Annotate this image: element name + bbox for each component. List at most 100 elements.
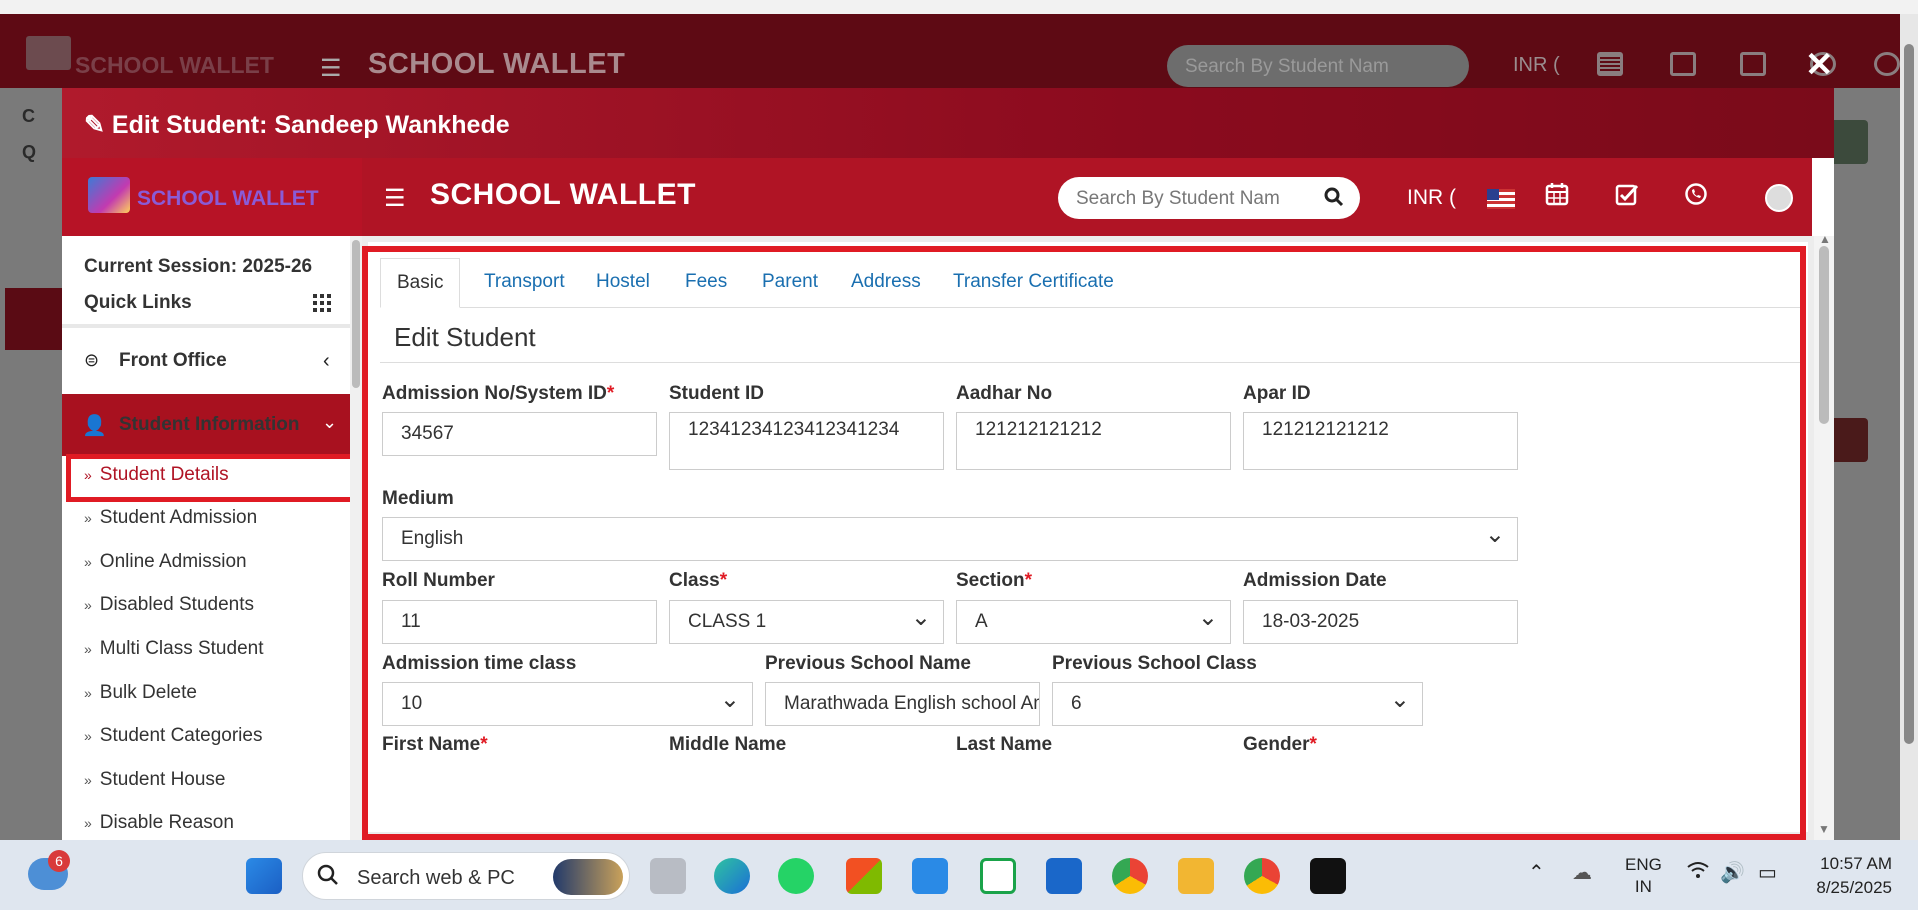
admission-time-class-select[interactable]: 10 (382, 682, 753, 726)
sidebar-scrollbar[interactable] (350, 236, 362, 840)
section-select[interactable]: A (956, 600, 1231, 644)
apar-id-input[interactable]: 121212121212 (1243, 412, 1518, 470)
chevron-down-icon: ⌄ (322, 412, 338, 432)
admission-date-input[interactable]: 18-03-2025 (1243, 600, 1518, 644)
background-sidebar: C Q (0, 88, 65, 840)
vscode-icon[interactable] (912, 858, 948, 894)
chevron-up-icon[interactable]: ⌃ (1528, 860, 1545, 885)
clock-time: 10:57 AM (1820, 854, 1892, 873)
tab-fees[interactable]: Fees (669, 258, 743, 308)
submenu-student-categories[interactable]: » Student Categories (84, 725, 262, 747)
language-indicator[interactable]: ENG IN (1625, 854, 1662, 898)
user-avatar[interactable] (1765, 184, 1793, 212)
chrome-profile-icon[interactable] (1244, 858, 1280, 894)
submenu-student-admission[interactable]: » Student Admission (84, 507, 257, 529)
sidebar-scrollbar-thumb[interactable] (352, 240, 360, 388)
aadhar-no-label: Aadhar No (956, 383, 1053, 404)
battery-icon[interactable]: ▭ (1758, 860, 1777, 885)
calendar-icon[interactable] (1545, 182, 1569, 213)
first-name-label: First Name* (382, 734, 488, 756)
student-id-label: Student ID (669, 383, 764, 404)
edge-icon[interactable] (714, 858, 750, 894)
background-sidebar-text: Q (22, 142, 37, 162)
sidebar-item-label: Front Office (119, 350, 227, 371)
submenu-disable-reason[interactable]: » Disable Reason (84, 812, 234, 834)
search-icon[interactable] (1324, 187, 1344, 213)
search-highlight-image (553, 859, 623, 895)
page-scrollbar[interactable] (1900, 14, 1918, 840)
previous-school-class-label: Previous School Class (1052, 653, 1257, 674)
wifi-icon[interactable] (1686, 860, 1710, 886)
submenu-multi-class-student[interactable]: » Multi Class Student (84, 638, 263, 660)
submenu-bulk-delete[interactable]: » Bulk Delete (84, 682, 197, 704)
class-select[interactable]: CLASS 1 (669, 600, 944, 644)
tab-transport[interactable]: Transport (468, 258, 581, 308)
student-search-input[interactable]: Search By Student Nam (1058, 177, 1360, 219)
whatsapp-icon[interactable] (1684, 182, 1708, 213)
previous-school-name-input[interactable]: Marathwada English school Amth (765, 682, 1040, 726)
scroll-up-arrow-icon[interactable]: ▲ (1819, 232, 1831, 246)
onedrive-icon[interactable]: ☁ (1572, 860, 1592, 885)
outlook-icon[interactable] (1046, 858, 1082, 894)
background-sidebar-active (5, 288, 65, 350)
chrome-icon[interactable] (1112, 858, 1148, 894)
double-chevron-icon: » (84, 554, 92, 570)
w-app-icon[interactable] (1310, 858, 1346, 894)
required-mark: * (1309, 734, 1317, 755)
sidebar-item-front-office[interactable]: ⊜ Front Office ‹ (62, 330, 352, 390)
page-scrollbar-thumb[interactable] (1904, 44, 1914, 744)
hamburger-menu-icon[interactable]: ☰ (384, 184, 406, 213)
checkbox-icon[interactable] (1615, 182, 1639, 213)
background-brand: SCHOOL WALLET (75, 52, 274, 78)
sidebar-item-student-information[interactable]: 👤 Student Information ⌄ (62, 394, 362, 456)
quick-links[interactable]: Quick Links (84, 292, 192, 314)
gender-label-text: Gender (1243, 734, 1310, 755)
roll-number-label: Roll Number (382, 570, 495, 591)
submenu-disabled-students[interactable]: » Disabled Students (84, 594, 254, 616)
medium-select[interactable]: English (382, 517, 1518, 561)
sidebar-item-label: Student Information (119, 414, 300, 435)
submenu-student-house[interactable]: » Student House (84, 769, 226, 791)
tab-parent[interactable]: Parent (746, 258, 834, 308)
section-label: Section* (956, 570, 1032, 592)
brand-name: SCHOOL WALLET (137, 187, 319, 210)
content-scrollbar-thumb[interactable] (1819, 246, 1829, 424)
tab-hostel[interactable]: Hostel (580, 258, 666, 308)
admission-no-input[interactable]: 34567 (382, 412, 657, 456)
tab-address[interactable]: Address (835, 258, 937, 308)
user-gear-icon: 👤 (82, 415, 107, 437)
close-modal-icon[interactable]: ✕ (1805, 48, 1834, 82)
volume-icon[interactable]: 🔊 (1720, 860, 1745, 885)
logo-area[interactable]: SCHOOL WALLET (62, 158, 362, 236)
currency-selector[interactable]: INR ( (1407, 186, 1456, 210)
system-clock[interactable]: 10:57 AM 8/25/2025 (1808, 852, 1892, 900)
taskbar-search[interactable]: Search web & PC (302, 852, 630, 900)
notification-badge: 6 (48, 850, 70, 872)
submenu-label: Student Admission (99, 507, 258, 528)
content-scrollbar[interactable]: ▲ ▼ (1814, 232, 1834, 840)
submenu-label: Online Admission (99, 551, 247, 572)
double-chevron-icon: » (84, 597, 92, 613)
tab-transfer-certificate[interactable]: Transfer Certificate (937, 258, 1130, 308)
roll-number-input[interactable]: 11 (382, 600, 657, 644)
store-icon[interactable] (846, 858, 882, 894)
windows-start-icon[interactable] (246, 858, 282, 894)
rk-app-icon[interactable] (980, 858, 1016, 894)
grid-icon[interactable] (313, 294, 333, 312)
student-id-input[interactable]: 12341234123412341234 (669, 412, 944, 470)
form-heading: Edit Student (394, 322, 536, 352)
embedded-page: SCHOOL WALLET ☰ SCHOOL WALLET Search By … (62, 158, 1834, 840)
file-explorer-icon[interactable] (1178, 858, 1214, 894)
previous-school-class-select[interactable]: 6 (1052, 682, 1423, 726)
tab-basic[interactable]: Basic (380, 258, 461, 308)
current-session: Current Session: 2025-26 (84, 256, 313, 277)
background-flag-icon (1597, 52, 1623, 76)
submenu-online-admission[interactable]: » Online Admission (84, 551, 247, 573)
aadhar-no-input[interactable]: 121212121212 (956, 412, 1231, 470)
whatsapp-app-icon[interactable] (778, 858, 814, 894)
background-check-icon (1740, 52, 1766, 76)
main-content: Basic Transport Hostel Fees Parent Addre… (362, 232, 1834, 840)
us-flag-icon[interactable] (1487, 189, 1515, 209)
task-view-icon[interactable] (650, 858, 686, 894)
scroll-down-arrow-icon[interactable]: ▼ (1818, 822, 1830, 836)
